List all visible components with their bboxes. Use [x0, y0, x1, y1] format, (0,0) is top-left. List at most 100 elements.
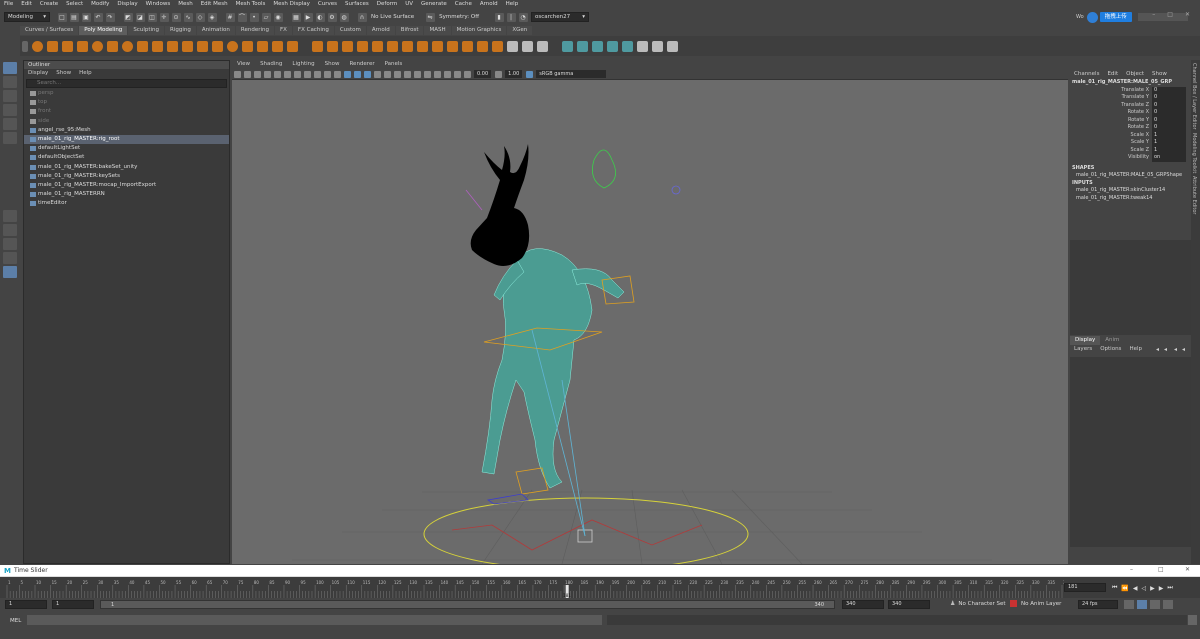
viewport-scene[interactable] [232, 80, 1068, 564]
menu-display[interactable]: Display [117, 0, 137, 9]
menu-modify[interactable]: Modify [91, 0, 109, 9]
maximize-icon[interactable]: □ [1158, 566, 1164, 573]
tab-anim[interactable]: Anim [1100, 336, 1124, 345]
channel-attr-row[interactable]: Translate Z0 [1070, 101, 1191, 109]
menu-deform[interactable]: Deform [377, 0, 397, 9]
colorspace-dropdown[interactable]: sRGB gamma [536, 70, 607, 78]
outliner-item[interactable]: persp [24, 89, 229, 98]
disc-icon[interactable] [122, 40, 133, 52]
select-tool-icon[interactable] [3, 62, 17, 74]
checker-icon[interactable] [637, 40, 648, 52]
anim-layer-control[interactable]: No Anim Layer [1010, 600, 1061, 607]
move-tool-icon[interactable] [3, 104, 17, 116]
gate-mask-icon[interactable] [303, 70, 311, 78]
type-icon[interactable] [272, 40, 283, 52]
pipe-icon[interactable] [182, 40, 193, 52]
live-surface-label[interactable]: No Live Surface [371, 14, 414, 20]
snap-grid-icon[interactable]: # [225, 12, 235, 22]
outliner-menu-show[interactable]: Show [56, 69, 71, 78]
tab-rendering[interactable]: Rendering [235, 26, 274, 35]
depth-of-field-icon[interactable] [433, 70, 441, 78]
tab-rigging[interactable]: Rigging [165, 26, 196, 35]
ambient-occlusion-icon[interactable] [403, 70, 411, 78]
image-plane-icon[interactable] [263, 70, 271, 78]
auto-uv-icon[interactable] [607, 40, 618, 52]
layer-move-down-icon[interactable]: ◂ [1164, 346, 1167, 353]
outliner-item[interactable]: male_01_rig_MASTER:mocap_ImportExport [24, 181, 229, 190]
channel-attr-value[interactable]: 0 [1152, 86, 1186, 94]
symmetry-dropdown[interactable]: Symmetry: Off [439, 14, 479, 20]
component-mode-icon[interactable]: ◫ [147, 12, 157, 22]
menu-mesh-display[interactable]: Mesh Display [273, 0, 310, 9]
help-menu[interactable]: Help [1129, 345, 1142, 354]
planar-uv-icon[interactable] [562, 40, 573, 52]
channel-menu-show[interactable]: Show [1152, 70, 1167, 79]
tab-sculpting[interactable]: Sculpting [128, 26, 164, 35]
wireframe-icon[interactable] [343, 70, 351, 78]
prism-icon[interactable] [167, 40, 178, 52]
layout-options-icon[interactable] [3, 266, 17, 278]
lasso-tool-icon[interactable] [3, 76, 17, 88]
mel-input[interactable] [27, 615, 602, 625]
magnet-icon[interactable]: ∩ [357, 12, 367, 22]
outliner-search-input[interactable]: Search... [26, 79, 227, 88]
outliner-item[interactable]: top [24, 98, 229, 107]
helix-icon[interactable] [197, 40, 208, 52]
playback-end-field[interactable]: 340 [842, 600, 884, 609]
star-icon[interactable] [257, 40, 268, 52]
resolution-gate-icon[interactable] [293, 70, 301, 78]
poke-icon[interactable] [477, 40, 488, 52]
uv-editor-icon[interactable] [622, 40, 633, 52]
render-frame-icon[interactable]: ▶ [303, 12, 313, 22]
playback-start-field[interactable]: 1 [52, 600, 94, 609]
viewport-menu-panels[interactable]: Panels [385, 60, 403, 69]
tab-display[interactable]: Display [1070, 336, 1101, 345]
menu-file[interactable]: File [4, 0, 13, 9]
mel-label[interactable]: MEL [10, 618, 21, 624]
fps-dropdown[interactable]: 24 fps [1078, 600, 1118, 609]
outliner-item[interactable]: male_01_rig_MASTER:keySets [24, 172, 229, 181]
channel-attr-value[interactable]: 1 [1152, 146, 1186, 154]
tab-mash[interactable]: MASH [424, 26, 451, 35]
end-time-field[interactable]: 340 [888, 600, 930, 609]
ipr-render-icon[interactable]: ◐ [315, 12, 325, 22]
snap-point-icon[interactable]: • [249, 12, 259, 22]
layers-menu[interactable]: Layers [1074, 345, 1092, 354]
shelf-settings-icon[interactable] [22, 40, 28, 52]
outliner-item[interactable]: timeEditor [24, 199, 229, 208]
four-view-icon[interactable] [3, 224, 17, 236]
torus-icon[interactable] [92, 40, 103, 52]
layer-move-up-icon[interactable]: ◂ [1156, 346, 1159, 353]
extrude-icon[interactable] [402, 40, 413, 52]
exposure-field[interactable]: 0.00 [474, 70, 492, 78]
cube-icon[interactable] [47, 40, 58, 52]
fill-hole-icon[interactable] [432, 40, 443, 52]
close-icon[interactable]: ✕ [1185, 566, 1190, 573]
channel-attr-value[interactable]: 0 [1152, 109, 1186, 117]
isolate-select-icon[interactable] [443, 70, 451, 78]
channel-attr-row[interactable]: Translate Y0 [1070, 94, 1191, 102]
outliner-item[interactable]: defaultObjectSet [24, 153, 229, 162]
render-view-icon[interactable]: ▦ [291, 12, 301, 22]
channel-attr-value[interactable]: 0 [1152, 124, 1186, 132]
scale-tool-icon[interactable] [3, 132, 17, 144]
menu-edit-mesh[interactable]: Edit Mesh [201, 0, 228, 9]
tab-arnold[interactable]: Arnold [366, 26, 395, 35]
step-back-key-icon[interactable]: ⏪ [1121, 585, 1128, 592]
anim-prefs-icon[interactable] [1163, 600, 1173, 609]
rotate-tool-icon[interactable] [3, 118, 17, 130]
channel-menu-channels[interactable]: Channels [1074, 70, 1099, 79]
channel-attr-row[interactable]: Rotate Z0 [1070, 124, 1191, 132]
outliner-item[interactable]: front [24, 107, 229, 116]
paint-select-icon[interactable] [3, 90, 17, 102]
color-management-icon[interactable] [525, 70, 533, 78]
start-time-field[interactable]: 1 [5, 600, 47, 609]
shape-node[interactable]: male_01_rig_MASTER:MALE_05_GRPShape [1070, 172, 1191, 180]
viewport-menu-view[interactable]: View [237, 60, 250, 69]
options-menu[interactable]: Options [1100, 345, 1121, 354]
render-settings-icon[interactable]: ⚙ [327, 12, 337, 22]
cylinder-icon[interactable] [62, 40, 73, 52]
viewport-menu-show[interactable]: Show [325, 60, 340, 69]
viewport-menu-renderer[interactable]: Renderer [349, 60, 374, 69]
viewport-menu-lighting[interactable]: Lighting [292, 60, 314, 69]
